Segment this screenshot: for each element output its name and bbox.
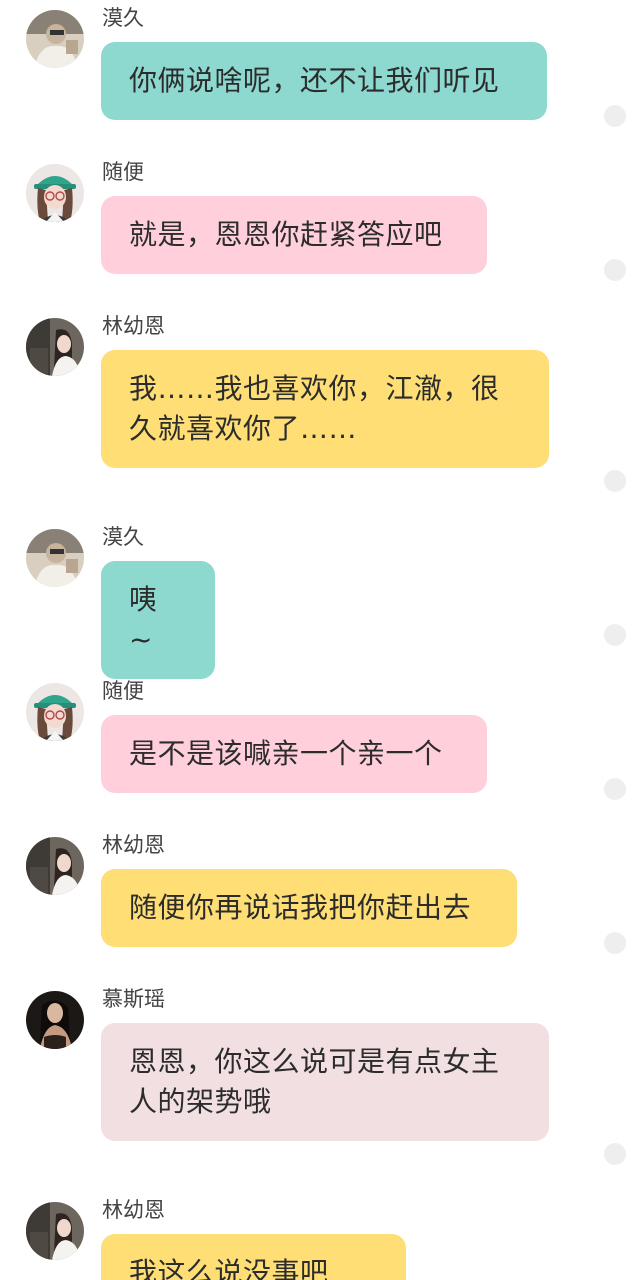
message-bubble[interactable]: 就是，恩恩你赶紧答应吧 (101, 196, 487, 274)
message-text: 我……我也喜欢你，江澈，很久就喜欢你了…… (129, 372, 500, 445)
message-bubble[interactable]: 我……我也喜欢你，江澈，很久就喜欢你了…… (101, 350, 549, 468)
read-status-dot (604, 1143, 626, 1165)
message-text: 我这么说没事吧 (129, 1256, 329, 1280)
read-status-dot (604, 470, 626, 492)
message-text: 是不是该喊亲一个亲一个 (129, 737, 443, 770)
avatar-suibian-icon[interactable] (26, 164, 84, 222)
chat-message-list[interactable]: 漠久 你俩说啥呢，还不让我们听见 随便 就是，恩恩你赶紧答应吧 林幼恩 我……我… (0, 0, 640, 1280)
avatar-musiyao-icon[interactable] (26, 991, 84, 1049)
message-bubble[interactable]: 是不是该喊亲一个亲一个 (101, 715, 487, 793)
avatar-mojiu-icon[interactable] (26, 10, 84, 68)
avatar-linyouen-icon[interactable] (26, 318, 84, 376)
message-bubble[interactable]: 恩恩，你这么说可是有点女主人的架势哦 (101, 1023, 549, 1141)
message-bubble[interactable]: 你俩说啥呢，还不让我们听见 (101, 42, 547, 120)
sender-name: 漠久 (102, 525, 144, 549)
sender-name: 慕斯瑶 (102, 987, 165, 1011)
sender-name: 随便 (102, 160, 144, 184)
message-text: 恩恩，你这么说可是有点女主人的架势哦 (129, 1045, 500, 1118)
avatar-suibian-icon[interactable] (26, 683, 84, 741)
read-status-dot (604, 778, 626, 800)
message-text: 就是，恩恩你赶紧答应吧 (129, 218, 443, 251)
sender-name: 林幼恩 (102, 833, 165, 857)
avatar-mojiu-icon[interactable] (26, 529, 84, 587)
message-text: 你俩说啥呢，还不让我们听见 (129, 64, 500, 97)
message-bubble[interactable]: 咦 ~ (101, 561, 215, 679)
sender-name: 林幼恩 (102, 1198, 165, 1222)
read-status-dot (604, 105, 626, 127)
sender-name: 林幼恩 (102, 314, 165, 338)
avatar-linyouen-icon[interactable] (26, 1202, 84, 1260)
sender-name: 漠久 (102, 6, 144, 30)
message-bubble[interactable]: 随便你再说话我把你赶出去 (101, 869, 517, 947)
sender-name: 随便 (102, 679, 144, 703)
message-text: 咦 ~ (129, 583, 158, 656)
read-status-dot (604, 932, 626, 954)
message-bubble[interactable]: 我这么说没事吧 (101, 1234, 406, 1280)
read-status-dot (604, 624, 626, 646)
avatar-linyouen-icon[interactable] (26, 837, 84, 895)
message-text: 随便你再说话我把你赶出去 (129, 891, 472, 924)
read-status-dot (604, 259, 626, 281)
